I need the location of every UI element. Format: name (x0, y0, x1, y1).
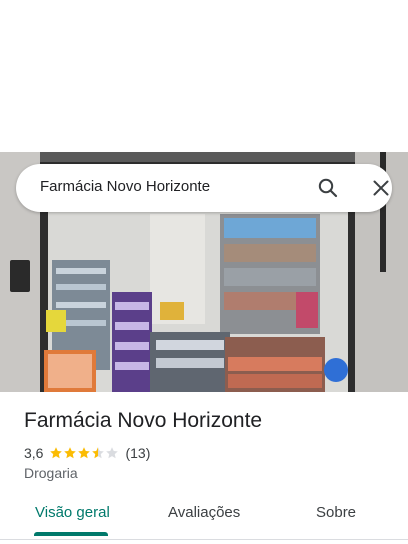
star-half-icon (92, 447, 105, 459)
tab-about[interactable]: Sobre (316, 504, 356, 521)
tab-reviews[interactable]: Avaliações (168, 504, 240, 521)
map-blank-area (0, 0, 408, 152)
star-icon (78, 447, 91, 459)
star-icon (50, 447, 63, 459)
rating-stars (49, 446, 119, 460)
place-category: Drogaria (24, 465, 78, 481)
search-input[interactable]: Farmácia Novo Horizonte (40, 178, 210, 195)
active-tab-indicator (34, 532, 108, 536)
tab-bar: Visão geral Avaliações Sobre (0, 496, 408, 536)
tabs-divider (0, 539, 408, 540)
review-count[interactable]: (13) (125, 445, 150, 461)
tab-overview[interactable]: Visão geral (35, 504, 110, 521)
search-icon[interactable] (316, 176, 340, 200)
rating-value: 3,6 (24, 445, 44, 461)
star-empty-icon (106, 447, 119, 459)
rating-row[interactable]: 3,6 (13) (24, 444, 150, 462)
place-title: Farmácia Novo Horizonte (24, 409, 263, 432)
search-bar[interactable]: Farmácia Novo Horizonte (16, 164, 392, 212)
star-icon (64, 447, 77, 459)
close-icon[interactable] (369, 176, 393, 200)
